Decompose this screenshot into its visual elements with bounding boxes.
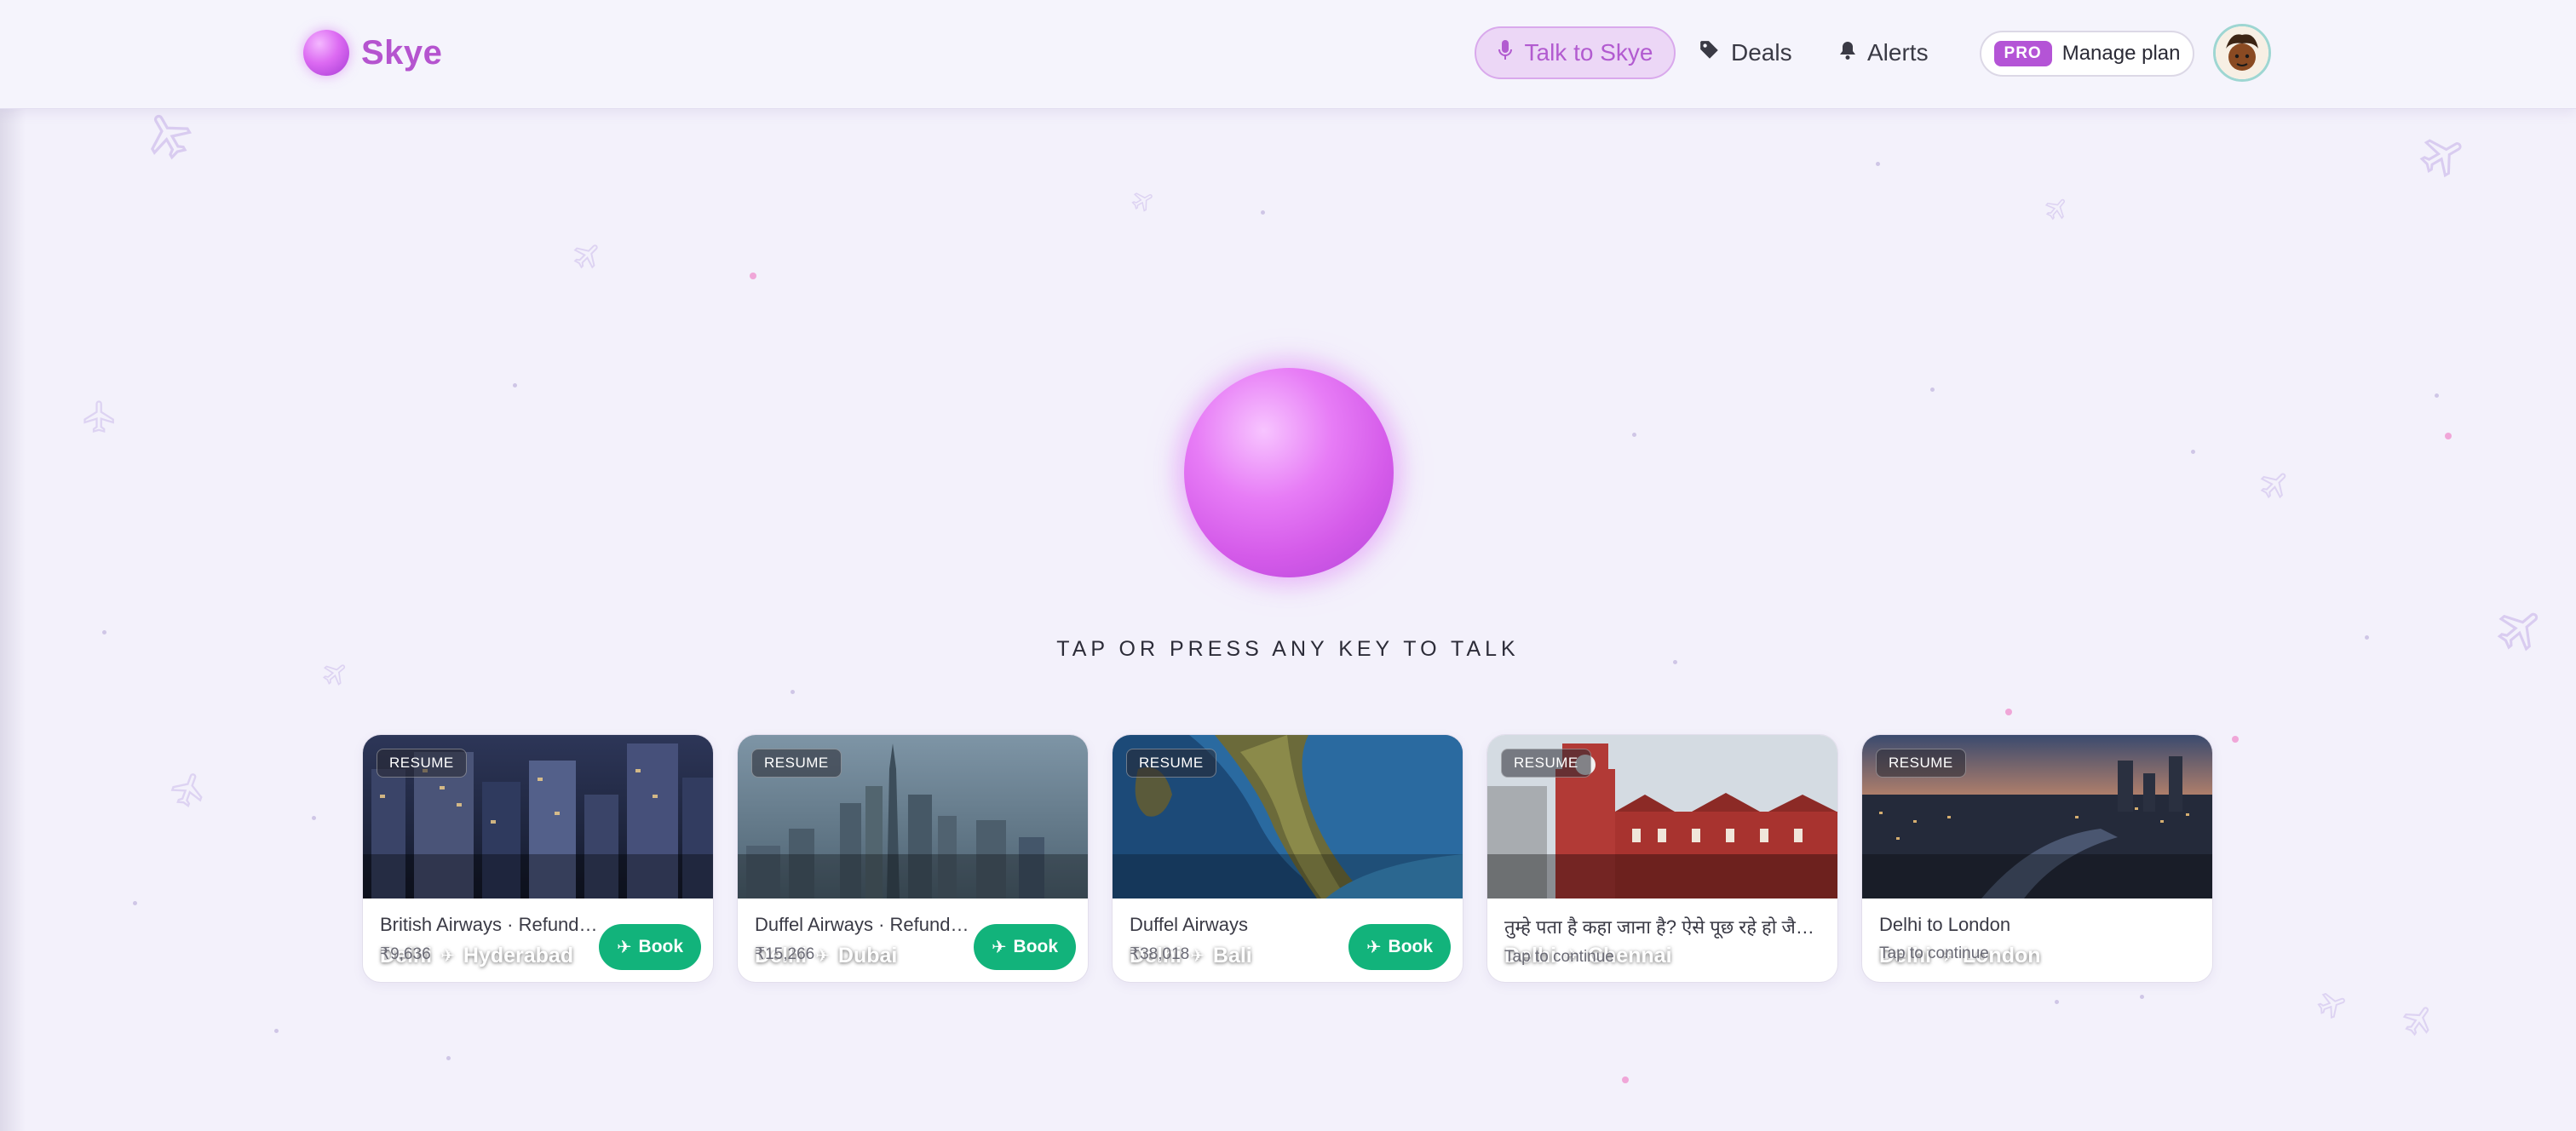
trip-card-bali[interactable]: RESUME Delhi ✈ Bali Duffel Airways ₹38,0… bbox=[1112, 734, 1463, 983]
decor-dot bbox=[102, 630, 106, 634]
trip-card-dubai[interactable]: RESUME Delhi ✈ Dubai Duffel Airways · Re… bbox=[737, 734, 1089, 983]
decor-dot bbox=[1632, 433, 1636, 437]
plane-icon: ✈ bbox=[991, 937, 1007, 957]
bell-icon bbox=[1838, 39, 1857, 66]
logo[interactable]: Skye bbox=[303, 27, 442, 78]
deals-label: Deals bbox=[1731, 39, 1792, 66]
talk-to-skye-button[interactable]: Talk to Skye bbox=[1475, 26, 1676, 79]
decor-dot bbox=[2140, 995, 2144, 999]
resume-badge: RESUME bbox=[751, 749, 842, 778]
deals-link[interactable]: Deals bbox=[1699, 26, 1792, 79]
decor-dot bbox=[2445, 433, 2452, 439]
alerts-label: Alerts bbox=[1867, 39, 1929, 66]
decor-dot bbox=[2055, 1000, 2059, 1004]
alerts-link[interactable]: Alerts bbox=[1838, 26, 1929, 79]
card-title: Delhi to London bbox=[1879, 914, 2011, 935]
trip-card-chennai[interactable]: RESUME Delhi ✈ Chennai तुम्हे पता है कहा… bbox=[1486, 734, 1838, 983]
plane-icon: ✈ bbox=[1366, 937, 1382, 957]
decor-dot bbox=[1622, 1076, 1629, 1083]
trip-card-london[interactable]: RESUME Delhi ✈ London Delhi to London Ta… bbox=[1861, 734, 2213, 983]
decor-dot bbox=[312, 816, 316, 820]
plane-decoration-icon bbox=[572, 240, 603, 275]
plane-decoration-icon bbox=[2419, 132, 2467, 184]
decor-dot bbox=[2232, 736, 2239, 743]
resume-badge: RESUME bbox=[1501, 749, 1591, 778]
voice-orb-button[interactable] bbox=[1184, 368, 1394, 577]
logo-orb-icon bbox=[303, 30, 349, 76]
book-label: Book bbox=[1013, 937, 1059, 956]
talk-to-skye-label: Talk to Skye bbox=[1524, 39, 1653, 66]
card-subtitle: Tap to continue bbox=[1504, 948, 1614, 966]
top-nav-bar: Skye Talk to Skye Deals Alerts PRO Manag… bbox=[0, 0, 2576, 109]
tag-icon bbox=[1699, 39, 1721, 67]
plane-decoration-icon bbox=[1131, 189, 1155, 217]
tap-to-talk-prompt: TAP OR PRESS ANY KEY TO TALK bbox=[1056, 637, 1520, 661]
book-label: Book bbox=[638, 937, 684, 956]
book-button[interactable]: ✈ Book bbox=[974, 924, 1076, 970]
card-title: British Airways · Refunda... bbox=[380, 914, 601, 935]
plane-icon: ✈ bbox=[616, 937, 632, 957]
decor-dot bbox=[2435, 393, 2439, 398]
decor-dot bbox=[791, 690, 795, 694]
plane-decoration-icon bbox=[322, 660, 349, 692]
card-subtitle: Tap to continue bbox=[1879, 944, 1989, 962]
plane-decoration-icon bbox=[2402, 1003, 2436, 1042]
avatar[interactable] bbox=[2213, 24, 2271, 82]
card-body: Delhi to London Tap to continue bbox=[1879, 914, 2195, 963]
decor-dot bbox=[446, 1056, 451, 1060]
plane-decoration-icon bbox=[82, 399, 118, 439]
manage-plan-button[interactable]: PRO Manage plan bbox=[1980, 31, 2194, 77]
decor-dot bbox=[133, 901, 137, 905]
card-title: Duffel Airways · Refunda... bbox=[755, 914, 976, 935]
decor-dot bbox=[1930, 388, 1935, 392]
card-body: तुम्हे पता है कहा जाना है? ऐसे पूछ रहे ह… bbox=[1504, 914, 1820, 967]
plane-decoration-icon bbox=[2317, 990, 2348, 1025]
resume-badge: RESUME bbox=[1126, 749, 1216, 778]
plane-decoration-icon bbox=[2044, 196, 2070, 226]
logo-text: Skye bbox=[361, 33, 443, 72]
mic-icon bbox=[1498, 39, 1513, 67]
resume-badge: RESUME bbox=[1876, 749, 1966, 778]
decor-dot bbox=[750, 273, 756, 279]
decor-dot bbox=[2005, 709, 2012, 715]
book-button[interactable]: ✈ Book bbox=[1348, 924, 1451, 970]
left-edge-shade bbox=[0, 0, 26, 1131]
resume-badge: RESUME bbox=[377, 749, 467, 778]
decor-dot bbox=[1261, 210, 1265, 215]
card-title: Duffel Airways bbox=[1130, 914, 1248, 935]
plane-decoration-icon bbox=[143, 109, 194, 164]
decor-dot bbox=[274, 1029, 279, 1033]
plane-decoration-icon bbox=[170, 771, 208, 812]
decor-dot bbox=[2191, 450, 2195, 454]
book-button[interactable]: ✈ Book bbox=[599, 924, 701, 970]
card-title: तुम्हे पता है कहा जाना है? ऐसे पूछ रहे ह… bbox=[1504, 916, 1820, 938]
decor-dot bbox=[1876, 162, 1880, 166]
plane-decoration-icon bbox=[2259, 468, 2291, 505]
book-label: Book bbox=[1388, 937, 1434, 956]
trip-card-hyderabad[interactable]: RESUME Delhi ✈ Hyderabad British Airways… bbox=[362, 734, 714, 983]
manage-plan-label: Manage plan bbox=[2061, 42, 2181, 65]
pro-badge: PRO bbox=[1993, 41, 2052, 66]
decor-dot bbox=[513, 383, 517, 388]
